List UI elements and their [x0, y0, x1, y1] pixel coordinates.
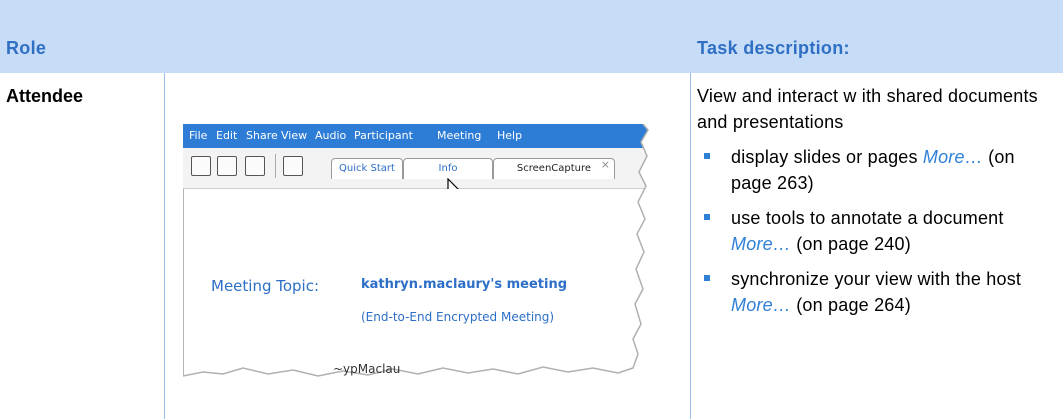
page-reference: (on page 264) — [791, 295, 911, 315]
bullet-text: synchronize your view with the host — [731, 269, 1022, 289]
role-cell: Attendee — [6, 86, 84, 106]
task-bullet-list: display slides or pages More… (on page 2… — [697, 144, 1047, 327]
table-header-row — [0, 0, 1063, 73]
column-divider — [164, 73, 165, 419]
task-column-header: Task description: — [697, 38, 850, 58]
list-item: synchronize your view with the host More… — [697, 266, 1047, 318]
cut-off-text: ~ypMaclau — [333, 362, 401, 376]
list-item: use tools to annotate a document More… (… — [697, 205, 1047, 257]
bullet-square-icon — [704, 214, 710, 220]
torn-edge-overlay — [183, 124, 668, 404]
page-reference: (on page 240) — [791, 234, 911, 254]
more-link[interactable]: More… — [731, 234, 791, 254]
list-item: display slides or pages More… (on page 2… — [697, 144, 1047, 196]
task-intro-text: View and interact w ith shared documents… — [697, 86, 1038, 132]
more-link[interactable]: More… — [923, 147, 983, 167]
column-divider — [690, 73, 691, 419]
more-link[interactable]: More… — [731, 295, 791, 315]
bullet-square-icon — [704, 275, 710, 281]
role-column-header: Role — [6, 38, 47, 58]
bullet-text: display slides or pages — [731, 147, 923, 167]
bullet-text: use tools to annotate a document — [731, 208, 1004, 228]
webex-screenshot-image: File Edit Share View Audio Participant M… — [183, 124, 668, 404]
bullet-square-icon — [704, 153, 710, 159]
